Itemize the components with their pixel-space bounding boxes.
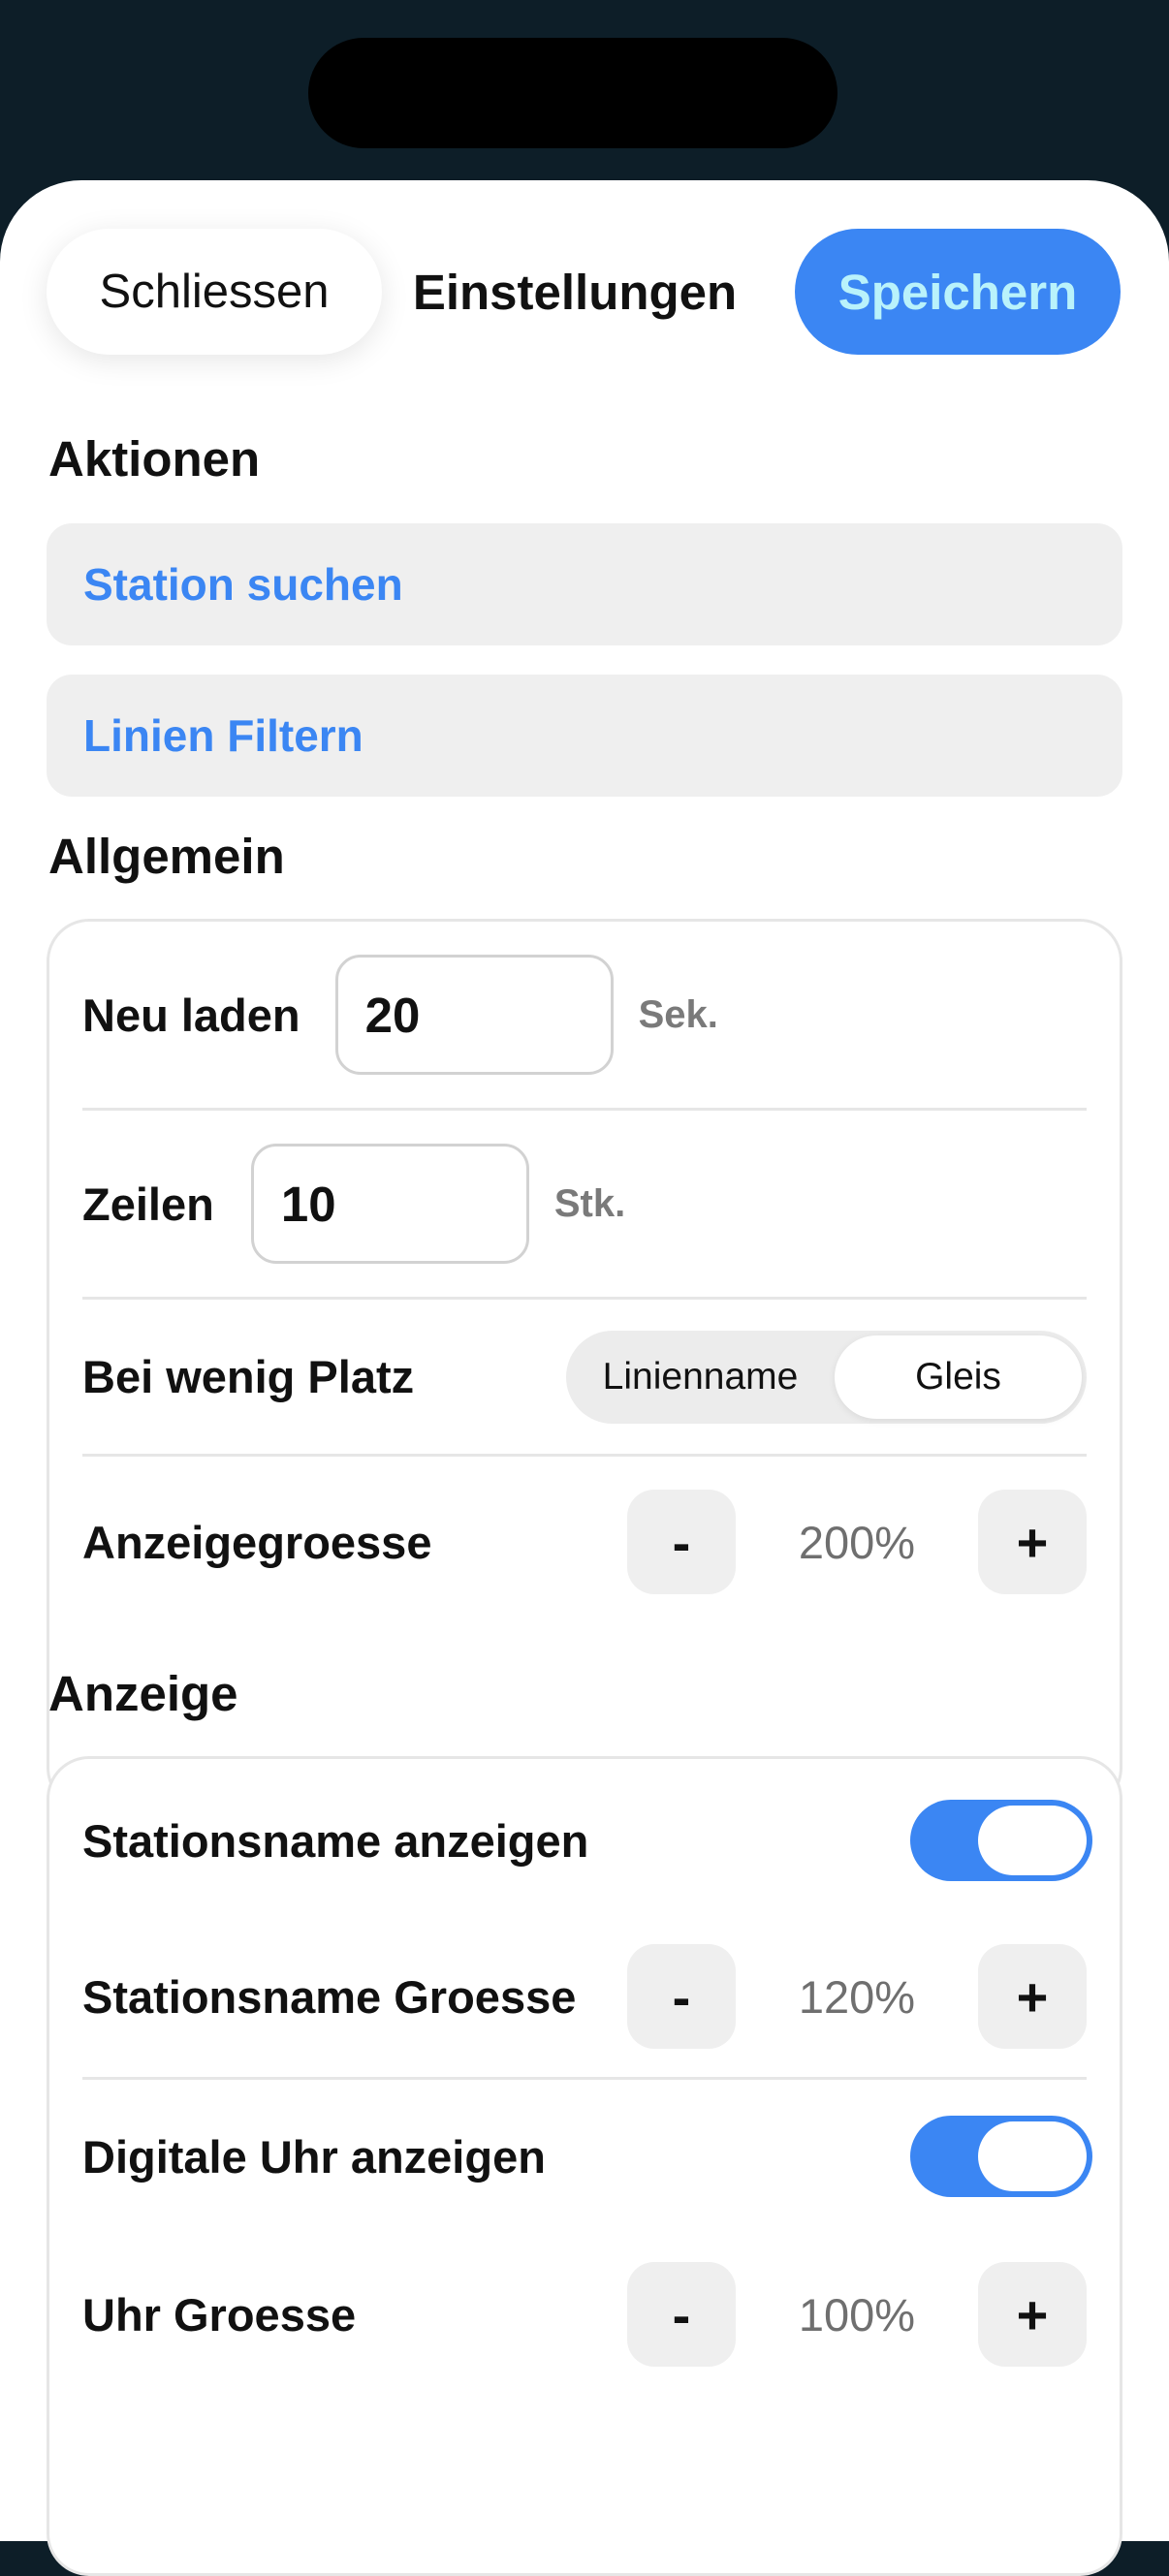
clock-size-decrease-button[interactable]: - (627, 2262, 736, 2367)
station-size-row: Stationsname Groesse - 120% + (82, 1916, 1087, 2080)
display-size-label: Anzeigegroesse (82, 1516, 432, 1568)
save-button[interactable]: Speichern (795, 229, 1121, 355)
show-station-label: Stationsname anzeigen (82, 1814, 589, 1867)
clock-size-label: Uhr Groesse (82, 2288, 357, 2340)
segment-linienname[interactable]: Linienname (566, 1331, 835, 1424)
segment-gleis[interactable]: Gleis (835, 1335, 1082, 1419)
dynamic-island (308, 38, 837, 148)
refresh-interval-input[interactable]: 20 (334, 955, 614, 1075)
station-size-stepper: - 120% + (627, 1944, 1087, 2049)
refresh-unit: Sek. (638, 992, 718, 1036)
section-title-actions: Aktionen (48, 431, 261, 487)
clock-size-value: 100% (798, 2288, 916, 2340)
close-button[interactable]: Schliessen (47, 229, 382, 355)
search-station-button[interactable]: Station suchen (47, 523, 1122, 645)
display-settings-card: Stationsname anzeigen Stationsname Groes… (47, 1756, 1122, 2576)
show-clock-row: Digitale Uhr anzeigen (82, 2085, 1092, 2228)
station-size-increase-button[interactable]: + (978, 1944, 1087, 2049)
show-station-toggle[interactable] (910, 1800, 1092, 1881)
refresh-label: Neu laden (82, 989, 300, 1041)
display-size-increase-button[interactable]: + (978, 1490, 1087, 1594)
show-station-row: Stationsname anzeigen (82, 1769, 1092, 1912)
toggle-knob (978, 1806, 1087, 1875)
section-title-general: Allgemein (48, 829, 285, 884)
show-clock-label: Digitale Uhr anzeigen (82, 2130, 546, 2183)
rows-row: Zeilen 10 Stk. (82, 1111, 1087, 1300)
refresh-row: Neu laden 20 Sek. (82, 922, 1087, 1111)
rows-label: Zeilen (82, 1178, 214, 1230)
display-size-row: Anzeigegroesse - 200% + (82, 1457, 1087, 1627)
settings-sheet: Schliessen Einstellungen Speichern Aktio… (0, 180, 1169, 2576)
display-size-stepper: - 200% + (627, 1490, 1087, 1594)
filter-lines-button[interactable]: Linien Filtern (47, 675, 1122, 797)
toggle-knob (978, 2121, 1087, 2191)
clock-size-row: Uhr Groesse - 100% + (82, 2234, 1087, 2395)
page-title: Einstellungen (412, 264, 738, 320)
show-clock-toggle[interactable] (910, 2116, 1092, 2197)
low-space-label: Bei wenig Platz (82, 1351, 415, 1402)
station-size-label: Stationsname Groesse (82, 1970, 577, 2023)
clock-size-stepper: - 100% + (627, 2262, 1087, 2367)
display-size-decrease-button[interactable]: - (627, 1490, 736, 1594)
low-space-segmented-control: Linienname Gleis (566, 1330, 1087, 1424)
display-size-value: 200% (798, 1516, 916, 1568)
station-size-decrease-button[interactable]: - (627, 1944, 736, 2049)
clock-size-increase-button[interactable]: + (978, 2262, 1087, 2367)
rows-unit: Stk. (553, 1181, 626, 1225)
low-space-row: Bei wenig Platz Linienname Gleis (82, 1300, 1087, 1457)
section-title-display: Anzeige (48, 1666, 238, 1721)
rows-count-input[interactable]: 10 (250, 1144, 529, 1264)
station-size-value: 120% (798, 1970, 916, 2023)
